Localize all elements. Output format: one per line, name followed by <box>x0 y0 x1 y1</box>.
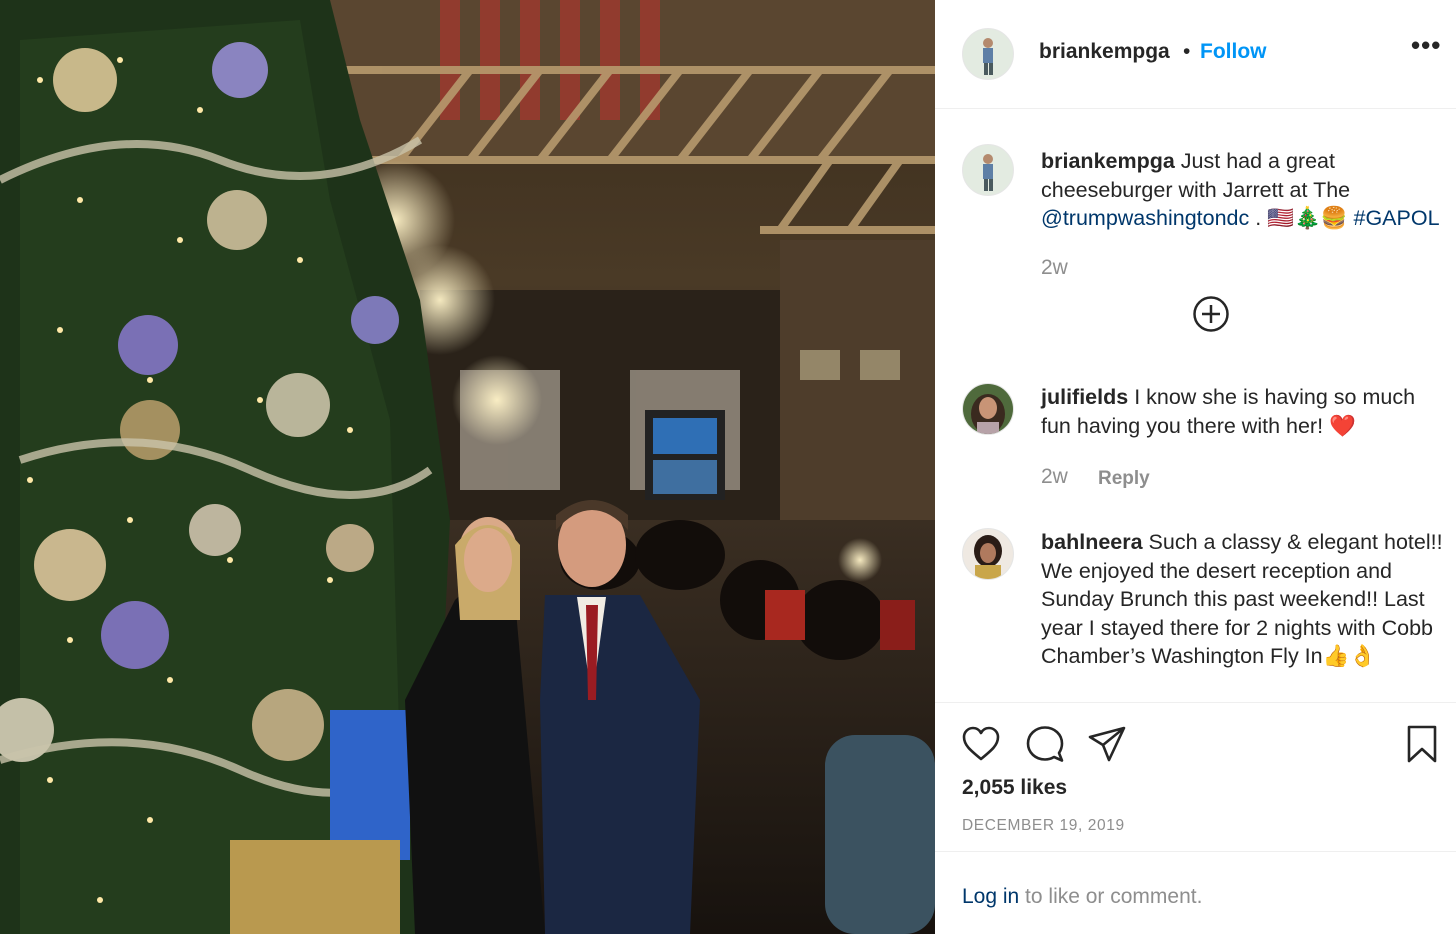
caption-mention[interactable]: @trumpwashingtondc <box>1041 206 1249 230</box>
caption-body-2: . 🇺🇸🎄🍔 <box>1249 206 1354 230</box>
post-date[interactable]: DECEMBER 19, 2019 <box>962 817 1125 835</box>
reply-button[interactable]: Reply <box>1098 468 1150 490</box>
caption-author-avatar[interactable] <box>962 144 1014 196</box>
add-circle-icon <box>1193 296 1229 332</box>
header-separator: • <box>1183 40 1191 63</box>
save-icon[interactable] <box>1401 723 1443 765</box>
follow-button[interactable]: Follow <box>1200 40 1267 64</box>
likes-count[interactable]: 2,055 likes <box>962 776 1067 800</box>
photo-illustration <box>0 0 935 934</box>
caption-time[interactable]: 2w <box>1041 256 1068 280</box>
login-link[interactable]: Log in <box>962 885 1019 908</box>
post-side-panel: briankempga • Follow ••• briankempga Jus… <box>935 0 1456 934</box>
caption-text: briankempga Just had a great cheeseburge… <box>1041 147 1446 233</box>
comment-text-julifields: julifields I know she is having so much … <box>1041 383 1446 440</box>
comment-avatar-julifields[interactable] <box>962 383 1014 435</box>
comment-avatar-bahlneera[interactable] <box>962 528 1014 580</box>
login-text: Log in to like or comment. <box>962 885 1202 909</box>
login-prompt: Log in to like or comment. <box>935 851 1456 935</box>
caption-hashtag[interactable]: #GAPOL <box>1353 206 1439 230</box>
comment-time[interactable]: 2w <box>1041 465 1068 489</box>
author-avatar-image <box>963 29 1013 79</box>
commenter-avatar-image <box>963 529 1013 579</box>
load-more-comments[interactable] <box>1193 296 1229 332</box>
comment-username[interactable]: julifields <box>1041 385 1128 409</box>
share-icon[interactable] <box>1086 723 1128 765</box>
caption-avatar-image <box>963 145 1013 195</box>
comment-text-bahlneera: bahlneera Such a classy & elegant hotel!… <box>1041 528 1446 671</box>
like-icon[interactable] <box>960 723 1002 765</box>
author-username[interactable]: briankempga <box>1039 40 1170 64</box>
post-header: briankempga • Follow ••• <box>935 0 1456 109</box>
instagram-post-view: briankempga • Follow ••• briankempga Jus… <box>0 0 1456 934</box>
comments-list: briankempga Just had a great cheeseburge… <box>935 109 1456 702</box>
more-options-icon[interactable]: ••• <box>1411 30 1441 61</box>
comment-icon[interactable] <box>1024 723 1066 765</box>
post-actions: 2,055 likes DECEMBER 19, 2019 <box>935 702 1456 852</box>
login-rest: to like or comment. <box>1019 885 1203 908</box>
post-photo[interactable] <box>0 0 935 934</box>
author-avatar[interactable] <box>962 28 1014 80</box>
commenter-avatar-image <box>963 384 1013 434</box>
caption-username[interactable]: briankempga <box>1041 149 1175 173</box>
comment-username[interactable]: bahlneera <box>1041 530 1143 554</box>
